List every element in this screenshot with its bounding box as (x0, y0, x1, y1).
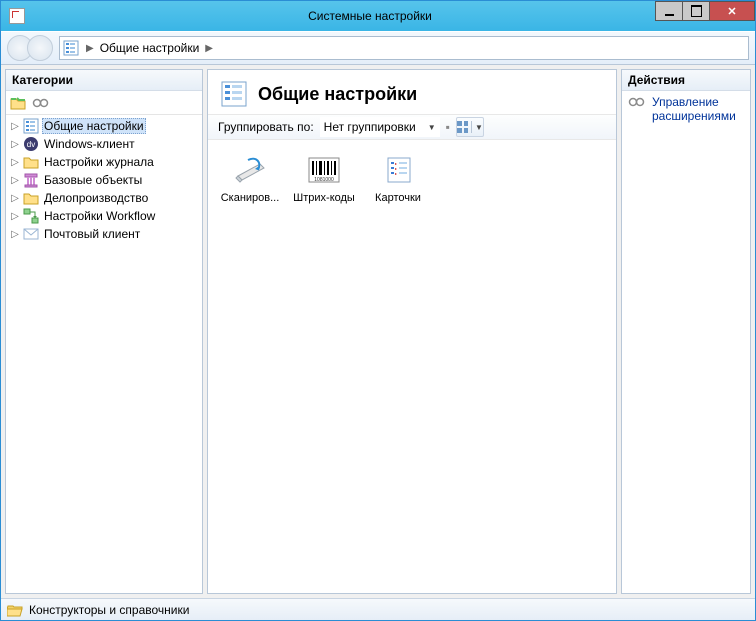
tree-item[interactable]: ▷ Почтовый клиент (8, 225, 200, 243)
nav-back-forward (7, 35, 53, 61)
separator: ▪ (446, 120, 450, 134)
content-item-label: Сканиров... (214, 192, 286, 204)
window: Системные настройки ▶ Общие настройки ▶ … (0, 0, 756, 621)
svg-text:dv: dv (27, 140, 35, 149)
breadcrumb[interactable]: ▶ Общие настройки ▶ (59, 36, 749, 60)
scanner-icon (232, 152, 268, 188)
grid-icon (457, 121, 468, 133)
content-item[interactable]: Сканиров... (214, 152, 286, 204)
maximize-button[interactable] (682, 1, 710, 21)
categories-toolbar (6, 91, 202, 115)
folder-icon[interactable] (10, 96, 26, 110)
titlebar: Системные настройки (1, 1, 755, 31)
tree-expander-icon[interactable]: ▷ (10, 121, 20, 132)
group-by-label: Группировать по: (218, 120, 314, 134)
body: Категории ▷ Общие настройки ▷ dv Windows-кли… (1, 65, 755, 598)
workflow-icon (23, 208, 39, 224)
content-icons: Сканиров... 1081000 Штрих-кодыКарточки (208, 140, 616, 593)
barcode-icon: 1081000 (306, 152, 342, 188)
links-icon (628, 95, 646, 109)
minimize-button[interactable] (655, 1, 683, 21)
content-title: Общие настройки (258, 84, 417, 105)
content-item-label: Карточки (362, 192, 434, 204)
tree-item-label: Windows-клиент (42, 137, 137, 151)
chevron-down-icon: ▼ (475, 123, 483, 132)
tree-item[interactable]: ▷ Настройки журнала (8, 153, 200, 171)
links-icon[interactable] (32, 96, 50, 110)
manage-extensions-link[interactable]: Управление расширениями (628, 95, 744, 124)
statusbar-text: Конструкторы и справочники (29, 603, 189, 617)
categories-tree: ▷ Общие настройки ▷ dv Windows-клиент ▷ Настро… (6, 115, 202, 245)
actions-panel: Действия Управление расширениями (621, 69, 751, 594)
actions-title: Действия (622, 70, 750, 91)
tree-item[interactable]: ▷ Делопроизводство (8, 189, 200, 207)
tree-expander-icon[interactable]: ▷ (10, 157, 20, 168)
folder-icon (23, 155, 39, 169)
app-icon (9, 8, 25, 24)
content-panel: Общие настройки Группировать по: Нет гру… (207, 69, 617, 594)
tree-item-label: Настройки Workflow (42, 209, 157, 223)
tree-item[interactable]: ▷ Настройки Workflow (8, 207, 200, 225)
chevron-right-icon: ▶ (203, 43, 215, 54)
categories-panel: Категории ▷ Общие настройки ▷ dv Windows-кли… (5, 69, 203, 594)
group-by-value: Нет группировки (324, 120, 416, 134)
chevron-right-icon: ▶ (84, 43, 96, 54)
content-header: Общие настройки (208, 70, 616, 114)
close-button[interactable] (709, 1, 755, 21)
folder-open-icon (7, 603, 23, 617)
tree-item-label: Общие настройки (42, 118, 146, 134)
mail-icon (23, 227, 39, 241)
action-label: Управление расширениями (652, 95, 744, 124)
view-mode-button[interactable]: ▼ (456, 117, 484, 137)
categories-title: Категории (6, 70, 202, 91)
tree-item[interactable]: ▷ dv Windows-клиент (8, 135, 200, 153)
svg-text:1081000: 1081000 (314, 177, 334, 183)
tree-expander-icon[interactable]: ▷ (10, 211, 20, 222)
nav-forward-button[interactable] (27, 35, 53, 61)
content-item[interactable]: 1081000 Штрих-коды (288, 152, 360, 204)
tree-item[interactable]: ▷ Базовые объекты (8, 171, 200, 189)
tree-item[interactable]: ▷ Общие настройки (8, 117, 200, 135)
content-toolbar: Группировать по: Нет группировки ▼ ▪ ▼ (208, 114, 616, 140)
list-icon (62, 39, 80, 57)
breadcrumb-item[interactable]: Общие настройки (100, 41, 200, 55)
list-icon (220, 80, 248, 108)
window-buttons (656, 1, 755, 23)
statusbar: Конструкторы и справочники (1, 598, 755, 620)
content-item-label: Штрих-коды (288, 192, 360, 204)
pillar-icon (23, 172, 39, 188)
nav-row: ▶ Общие настройки ▶ (1, 31, 755, 65)
cards-icon (380, 152, 416, 188)
tree-expander-icon[interactable]: ▷ (10, 139, 20, 150)
list-icon (23, 118, 39, 134)
tree-expander-icon[interactable]: ▷ (10, 193, 20, 204)
tree-item-label: Базовые объекты (42, 173, 144, 187)
tree-item-label: Почтовый клиент (42, 227, 142, 241)
tree-expander-icon[interactable]: ▷ (10, 175, 20, 186)
tree-expander-icon[interactable]: ▷ (10, 229, 20, 240)
group-by-combo[interactable]: Нет группировки ▼ (320, 117, 440, 137)
tree-item-label: Делопроизводство (42, 191, 150, 205)
folder-icon (23, 191, 39, 205)
content-item[interactable]: Карточки (362, 152, 434, 204)
chevron-down-icon: ▼ (428, 123, 436, 132)
window-title: Системные настройки (0, 9, 755, 23)
tree-item-label: Настройки журнала (42, 155, 156, 169)
dv-icon: dv (23, 136, 39, 152)
